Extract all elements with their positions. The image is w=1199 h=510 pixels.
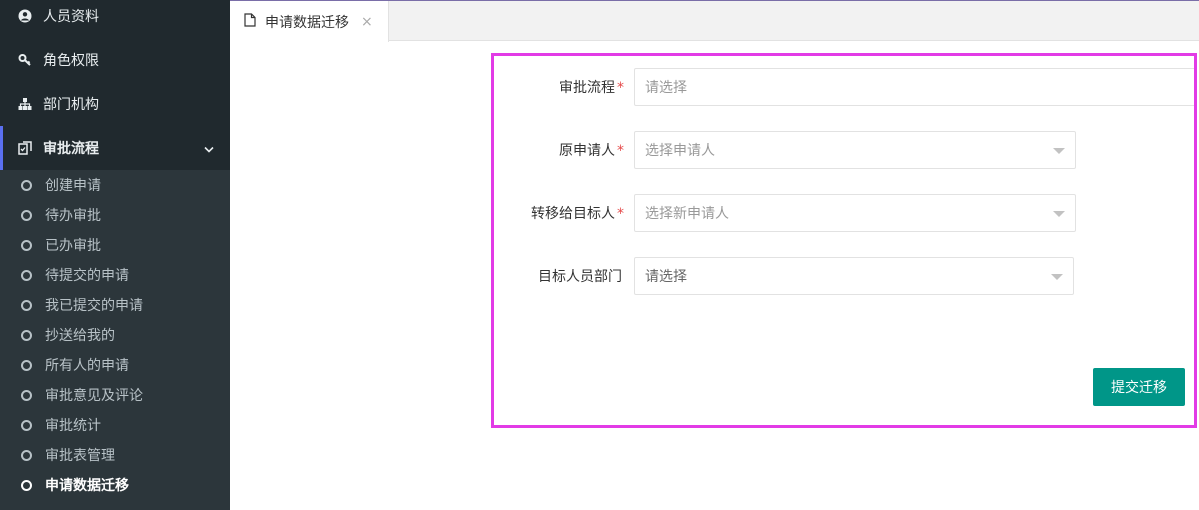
submenu-item-label: 抄送给我的 <box>45 328 115 344</box>
field-placeholder: 选择新申请人 <box>645 206 729 222</box>
target-person-select[interactable]: 选择新申请人 <box>634 194 1076 232</box>
field-placeholder: 选择申请人 <box>645 143 715 159</box>
field-label: 原申请人 * <box>559 143 624 159</box>
sidebar-item-roles[interactable]: 角色权限 <box>0 38 230 82</box>
circle-icon <box>21 419 32 431</box>
submenu-item-done[interactable]: 已办审批 <box>0 230 230 260</box>
circle-icon <box>21 389 32 401</box>
submenu-item-label: 审批表管理 <box>45 448 115 464</box>
field-placeholder: 请选择 <box>645 80 687 96</box>
caret-down-icon <box>1053 211 1065 217</box>
sidebar-item-label: 审批流程 <box>43 141 99 157</box>
form-row-target-department: 目标人员部门 请选择 <box>494 257 1074 295</box>
key-icon <box>18 53 32 67</box>
target-department-select[interactable]: 请选择 <box>634 257 1074 295</box>
submenu-item-label: 待提交的申请 <box>45 268 129 284</box>
submenu-item-label: 我已提交的申请 <box>45 298 143 314</box>
submit-migration-button[interactable]: 提交迁移 <box>1093 368 1185 406</box>
submenu-item-create[interactable]: 创建申请 <box>0 170 230 200</box>
original-applicant-select[interactable]: 选择申请人 <box>634 131 1076 169</box>
submenu-item-label: 申请数据迁移 <box>45 478 129 494</box>
sidebar-item-approval[interactable]: 审批流程 <box>0 126 230 170</box>
caret-down-icon <box>1051 274 1063 280</box>
tab-bar: 申请数据迁移 × <box>230 0 1199 42</box>
sidebar-item-departments[interactable]: 部门机构 <box>0 82 230 126</box>
submenu-item-cc-to-me[interactable]: 抄送给我的 <box>0 320 230 350</box>
sidebar-item-label: 人员资料 <box>43 9 99 25</box>
org-chart-icon <box>18 97 32 111</box>
submenu-item-all-applications[interactable]: 所有人的申请 <box>0 350 230 380</box>
document-icon <box>244 12 256 31</box>
submenu-item-data-migration[interactable]: 申请数据迁移 <box>0 470 230 500</box>
user-circle-icon <box>18 9 32 23</box>
sidebar-item-label: 部门机构 <box>43 97 99 113</box>
approval-submenu: 创建申请 待办审批 已办审批 待提交的申请 我已提交的申请 抄送给我的 所有人的… <box>0 170 230 510</box>
migration-form: 审批流程 * 请选择 原申请人 * 选择申请人 转移给目标人 * 选择新申请人 目标人… <box>491 53 1197 428</box>
submenu-item-label: 已办审批 <box>45 238 101 254</box>
form-row-original-applicant: 原申请人 * 选择申请人 <box>494 131 1076 169</box>
circle-icon <box>21 179 32 191</box>
submenu-item-comments[interactable]: 审批意见及评论 <box>0 380 230 410</box>
circle-icon <box>21 359 32 371</box>
submenu-item-label: 创建申请 <box>45 178 101 194</box>
form-row-target-person: 转移给目标人 * 选择新申请人 <box>494 194 1076 232</box>
circle-icon <box>21 449 32 461</box>
close-icon[interactable]: × <box>361 14 373 30</box>
sidebar-item-label: 角色权限 <box>43 53 99 69</box>
submenu-item-label: 所有人的申请 <box>45 358 129 374</box>
approval-flow-input[interactable]: 请选择 <box>634 68 1194 106</box>
circle-icon <box>21 329 32 341</box>
approval-icon <box>18 141 32 155</box>
sidebar-item-personnel[interactable]: 人员资料 <box>0 0 230 38</box>
circle-icon <box>21 299 32 311</box>
submenu-item-label: 审批统计 <box>45 418 101 434</box>
submenu-item-label: 待办审批 <box>45 208 101 224</box>
submenu-item-submitted[interactable]: 我已提交的申请 <box>0 290 230 320</box>
submenu-item-statistics[interactable]: 审批统计 <box>0 410 230 440</box>
circle-icon <box>21 209 32 221</box>
form-row-approval-flow: 审批流程 * 请选择 <box>494 68 1194 106</box>
chevron-down-icon <box>204 142 214 158</box>
submenu-item-label: 审批意见及评论 <box>45 388 143 404</box>
tab-label: 申请数据迁移 <box>265 14 349 31</box>
tab-data-migration[interactable]: 申请数据迁移 × <box>230 1 389 42</box>
circle-icon <box>21 239 32 251</box>
circle-icon <box>21 269 32 281</box>
submenu-item-pending-submit[interactable]: 待提交的申请 <box>0 260 230 290</box>
field-placeholder: 请选择 <box>645 269 687 285</box>
field-label: 审批流程 * <box>559 80 624 96</box>
sidebar: 人员资料 角色权限 部门机构 审批流程 创建申请 待办审批 已办审批 待提交的申… <box>0 0 230 510</box>
circle-icon <box>21 479 32 491</box>
submenu-item-form-management[interactable]: 审批表管理 <box>0 440 230 470</box>
submenu-item-todo[interactable]: 待办审批 <box>0 200 230 230</box>
field-label: 转移给目标人 * <box>531 206 624 222</box>
caret-down-icon <box>1053 148 1065 154</box>
field-label: 目标人员部门 <box>538 269 622 285</box>
